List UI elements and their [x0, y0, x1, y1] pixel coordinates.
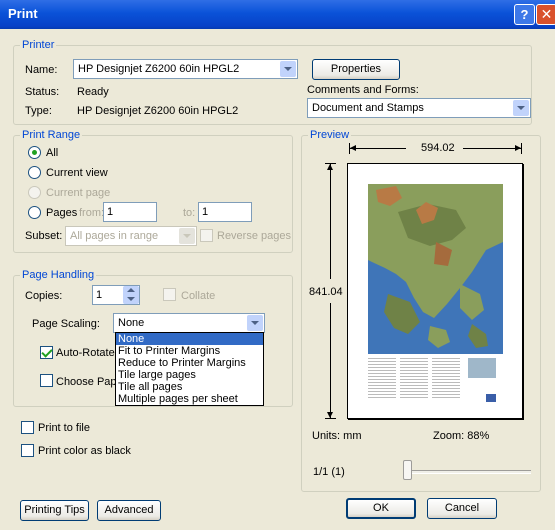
- choose-paper-checkbox[interactable]: [40, 374, 53, 387]
- page-handling-label: Page Handling: [20, 269, 97, 281]
- dropdown-option[interactable]: Tile all pages: [116, 381, 263, 393]
- cancel-button[interactable]: Cancel: [427, 498, 497, 519]
- subset-value: All pages in range: [70, 230, 159, 242]
- print-to-file-label[interactable]: Print to file: [38, 422, 90, 435]
- collate-checkbox[interactable]: [163, 288, 176, 301]
- dropdown-option[interactable]: Tile large pages: [116, 369, 263, 381]
- auto-rotate-checkbox[interactable]: [40, 346, 53, 359]
- status-value: Ready: [77, 86, 109, 98]
- dropdown-option[interactable]: None: [116, 333, 263, 345]
- printer-name-select[interactable]: HP Designjet Z6200 60in HPGL2: [73, 59, 298, 79]
- type-value: HP Designjet Z6200 60in HPGL2: [77, 105, 239, 117]
- comments-forms-select[interactable]: Document and Stamps: [307, 98, 531, 118]
- page-scaling-dropdown[interactable]: None Fit to Printer Margins Reduce to Pr…: [115, 332, 264, 406]
- print-color-black-checkbox[interactable]: [21, 444, 34, 457]
- printer-name-value: HP Designjet Z6200 60in HPGL2: [78, 63, 240, 75]
- auto-rotate-label[interactable]: Auto-Rotate: [56, 347, 115, 360]
- dropdown-option[interactable]: Reduce to Printer Margins: [116, 357, 263, 369]
- properties-button[interactable]: Properties: [312, 59, 400, 80]
- copies-spinner[interactable]: [123, 286, 139, 304]
- print-range-label: Print Range: [20, 129, 83, 141]
- page-scaling-select[interactable]: None: [113, 313, 265, 333]
- chevron-down-icon: [280, 61, 296, 77]
- height-value: 841.04: [309, 286, 343, 298]
- subset-select[interactable]: All pages in range: [65, 226, 197, 246]
- dropdown-option[interactable]: Fit to Printer Margins: [116, 345, 263, 357]
- type-label: Type:: [25, 105, 52, 117]
- spin-down-icon[interactable]: [127, 297, 135, 301]
- current-view-label[interactable]: Current view: [46, 167, 108, 180]
- to-label: to:: [183, 207, 196, 219]
- reverse-pages-label: Reverse pages: [217, 230, 291, 242]
- subset-label: Subset:: [25, 230, 63, 242]
- current-page-radio[interactable]: [28, 186, 41, 199]
- preview-map: [368, 184, 503, 354]
- all-label[interactable]: All: [46, 147, 58, 160]
- pages-radio[interactable]: [28, 206, 41, 219]
- width-value: 594.02: [421, 142, 455, 154]
- choose-paper-label[interactable]: Choose Pape: [56, 376, 123, 389]
- advanced-button[interactable]: Advanced: [97, 500, 161, 521]
- window-title: Print: [8, 6, 38, 21]
- ok-button[interactable]: OK: [346, 498, 416, 519]
- preview-label: Preview: [308, 129, 352, 141]
- page-scaling-value: None: [118, 317, 145, 329]
- preview-inset: [368, 356, 503, 408]
- comments-forms-label: Comments and Forms:: [307, 84, 419, 96]
- map-image: [368, 184, 503, 348]
- close-icon[interactable]: ✕: [536, 4, 555, 25]
- reverse-pages-checkbox[interactable]: [200, 229, 213, 242]
- status-label: Status:: [25, 86, 60, 98]
- printer-group-label: Printer: [20, 39, 57, 51]
- print-color-black-label[interactable]: Print color as black: [38, 445, 131, 458]
- current-page-label: Current page: [46, 187, 111, 199]
- print-dialog: Print ? ✕ Printer Name: HP Designjet Z62…: [0, 0, 555, 530]
- spin-up-icon[interactable]: [127, 288, 135, 292]
- pages-label[interactable]: Pages: [46, 207, 77, 220]
- page-scaling-label: Page Scaling:: [32, 318, 100, 330]
- title-bar[interactable]: Print ? ✕: [0, 0, 555, 29]
- zoom-label: Zoom: 88%: [433, 430, 490, 442]
- chevron-down-icon: [179, 228, 195, 244]
- all-radio[interactable]: [28, 146, 41, 159]
- dropdown-option[interactable]: Multiple pages per sheet: [116, 393, 263, 405]
- chevron-down-icon: [247, 315, 263, 331]
- chevron-down-icon: [513, 100, 529, 116]
- pages-to-input[interactable]: 1: [198, 202, 252, 222]
- printing-tips-button[interactable]: Printing Tips: [20, 500, 89, 521]
- comments-forms-value: Document and Stamps: [312, 102, 424, 114]
- pages-from-input[interactable]: 1: [103, 202, 157, 222]
- copies-label: Copies:: [25, 290, 63, 302]
- collate-label: Collate: [181, 290, 216, 302]
- current-view-radio[interactable]: [28, 166, 41, 179]
- from-label: from:: [79, 207, 105, 219]
- preview-slider-thumb[interactable]: [403, 460, 412, 480]
- units-label: Units: mm: [312, 430, 362, 442]
- preview-page: [347, 163, 523, 419]
- name-label: Name:: [25, 64, 58, 76]
- print-to-file-checkbox[interactable]: [21, 421, 34, 434]
- help-icon[interactable]: ?: [514, 4, 535, 25]
- page-indicator: 1/1 (1): [313, 466, 345, 478]
- preview-slider-track[interactable]: [405, 470, 531, 474]
